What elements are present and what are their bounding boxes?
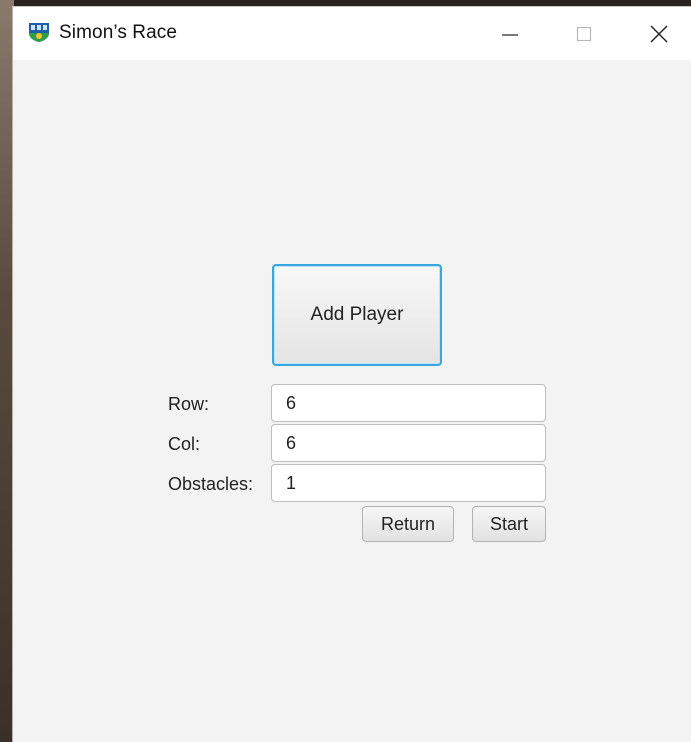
minimize-icon — [502, 33, 518, 36]
window-title: Simon’s Race — [59, 22, 178, 43]
close-button[interactable] — [636, 7, 682, 60]
col-input[interactable] — [271, 424, 546, 462]
row-label: Row: — [168, 394, 210, 414]
row-input[interactable] — [271, 384, 546, 422]
obstacles-label: Obstacles: — [168, 474, 254, 494]
obstacles-input[interactable] — [271, 464, 546, 502]
app-shield-icon — [29, 23, 49, 42]
maximize-button[interactable] — [561, 7, 607, 60]
add-player-button[interactable]: Add Player — [272, 264, 442, 366]
main-content: Add Player Row: Col: Obstacles: Return S… — [13, 60, 691, 742]
close-icon — [650, 25, 668, 42]
maximize-icon — [576, 26, 592, 41]
col-label: Col: — [168, 434, 201, 454]
start-button[interactable]: Start — [472, 506, 546, 542]
minimize-button[interactable] — [487, 7, 533, 60]
title-bar[interactable]: Simon’s Race — [13, 7, 691, 60]
return-button[interactable]: Return — [362, 506, 454, 542]
app-window: Simon’s Race Add Player Row: Col: Obstac… — [12, 6, 691, 742]
